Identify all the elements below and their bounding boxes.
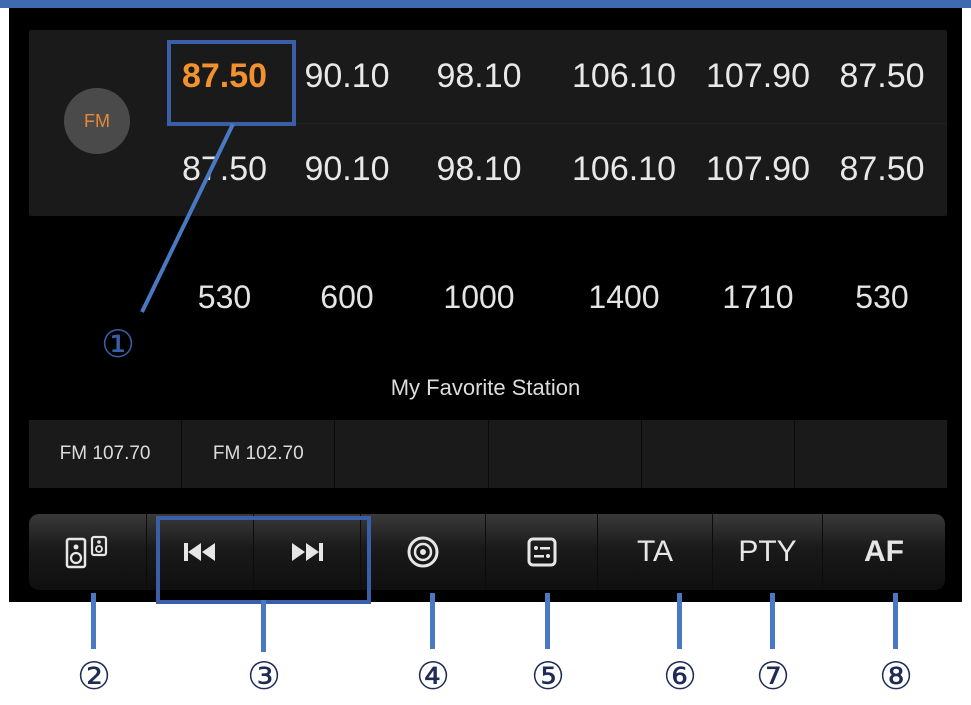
top-accent-bar [0,0,971,8]
list-icon [527,537,556,567]
callout-4-leader [430,593,435,649]
preset-fm-12[interactable]: 87.50 [817,123,947,216]
callout-7: ⑦ [755,654,791,698]
callout-3: ③ [246,654,282,698]
preset-highlight-box [167,40,296,126]
favorite-slot-1[interactable]: FM 107.70 [29,420,183,488]
preset-fm-4[interactable]: 106.10 [549,30,699,123]
favorite-slot-3[interactable] [335,420,489,488]
af-label: AF [864,535,904,568]
preset-fm-2[interactable]: 90.10 [285,30,409,123]
favorites-bar: FM 107.70 FM 102.70 [29,420,947,488]
speaker-icon [65,535,107,569]
callout-7-leader [770,593,775,649]
preset-fm-3[interactable]: 98.10 [409,30,549,123]
fm-preset-row: 87.50 90.10 98.10 106.10 107.90 87.50 [164,123,947,216]
preset-fm-7[interactable]: 87.50 [164,123,285,216]
callout-6: ⑥ [662,654,698,698]
favorite-slot-6[interactable] [795,420,947,488]
band-badge[interactable]: FM [64,88,130,154]
preset-am-1[interactable]: 530 [164,272,285,322]
ta-label: TA [636,535,674,568]
callout-2: ② [76,654,112,698]
preset-am-3[interactable]: 1000 [409,272,549,322]
pty-button[interactable]: PTY [713,514,823,590]
speaker-button[interactable] [29,514,147,590]
callout-8-leader [893,593,898,649]
favorite-slot-5[interactable] [642,420,795,488]
callout-5: ⑤ [530,654,566,698]
ta-button[interactable]: TA [598,514,713,590]
preset-fm-5[interactable]: 107.90 [699,30,817,123]
callout-4: ④ [415,654,451,698]
callout-6-leader [677,593,682,649]
preset-fm-8[interactable]: 90.10 [285,123,409,216]
seek-highlight-box [156,516,371,604]
favorite-slot-4[interactable] [489,420,642,488]
scan-icon [407,536,439,568]
preset-fm-11[interactable]: 107.90 [699,123,817,216]
favorite-slot-2[interactable]: FM 102.70 [182,420,336,488]
callout-5-leader [545,593,550,649]
radio-screen: FM 87.50 90.10 98.10 106.10 107.90 87.50… [9,8,962,602]
scan-button[interactable] [361,514,486,590]
pty-label: PTY [738,535,797,568]
callout-1: ① [100,322,136,366]
favorites-title: My Favorite Station [390,375,581,400]
am-preset-row: 530 600 1000 1400 1710 530 [164,272,947,322]
preset-am-5[interactable]: 1710 [699,272,817,322]
list-button[interactable] [486,514,598,590]
callout-8: ⑧ [878,654,914,698]
preset-am-4[interactable]: 1400 [549,272,699,322]
callout-3-leader [261,600,266,652]
preset-fm-10[interactable]: 106.10 [549,123,699,216]
preset-fm-6[interactable]: 87.50 [817,30,947,123]
preset-am-2[interactable]: 600 [285,272,409,322]
callout-2-leader [91,593,96,649]
preset-fm-9[interactable]: 98.10 [409,123,549,216]
af-button[interactable]: AF [823,514,945,590]
preset-am-6[interactable]: 530 [817,272,947,322]
